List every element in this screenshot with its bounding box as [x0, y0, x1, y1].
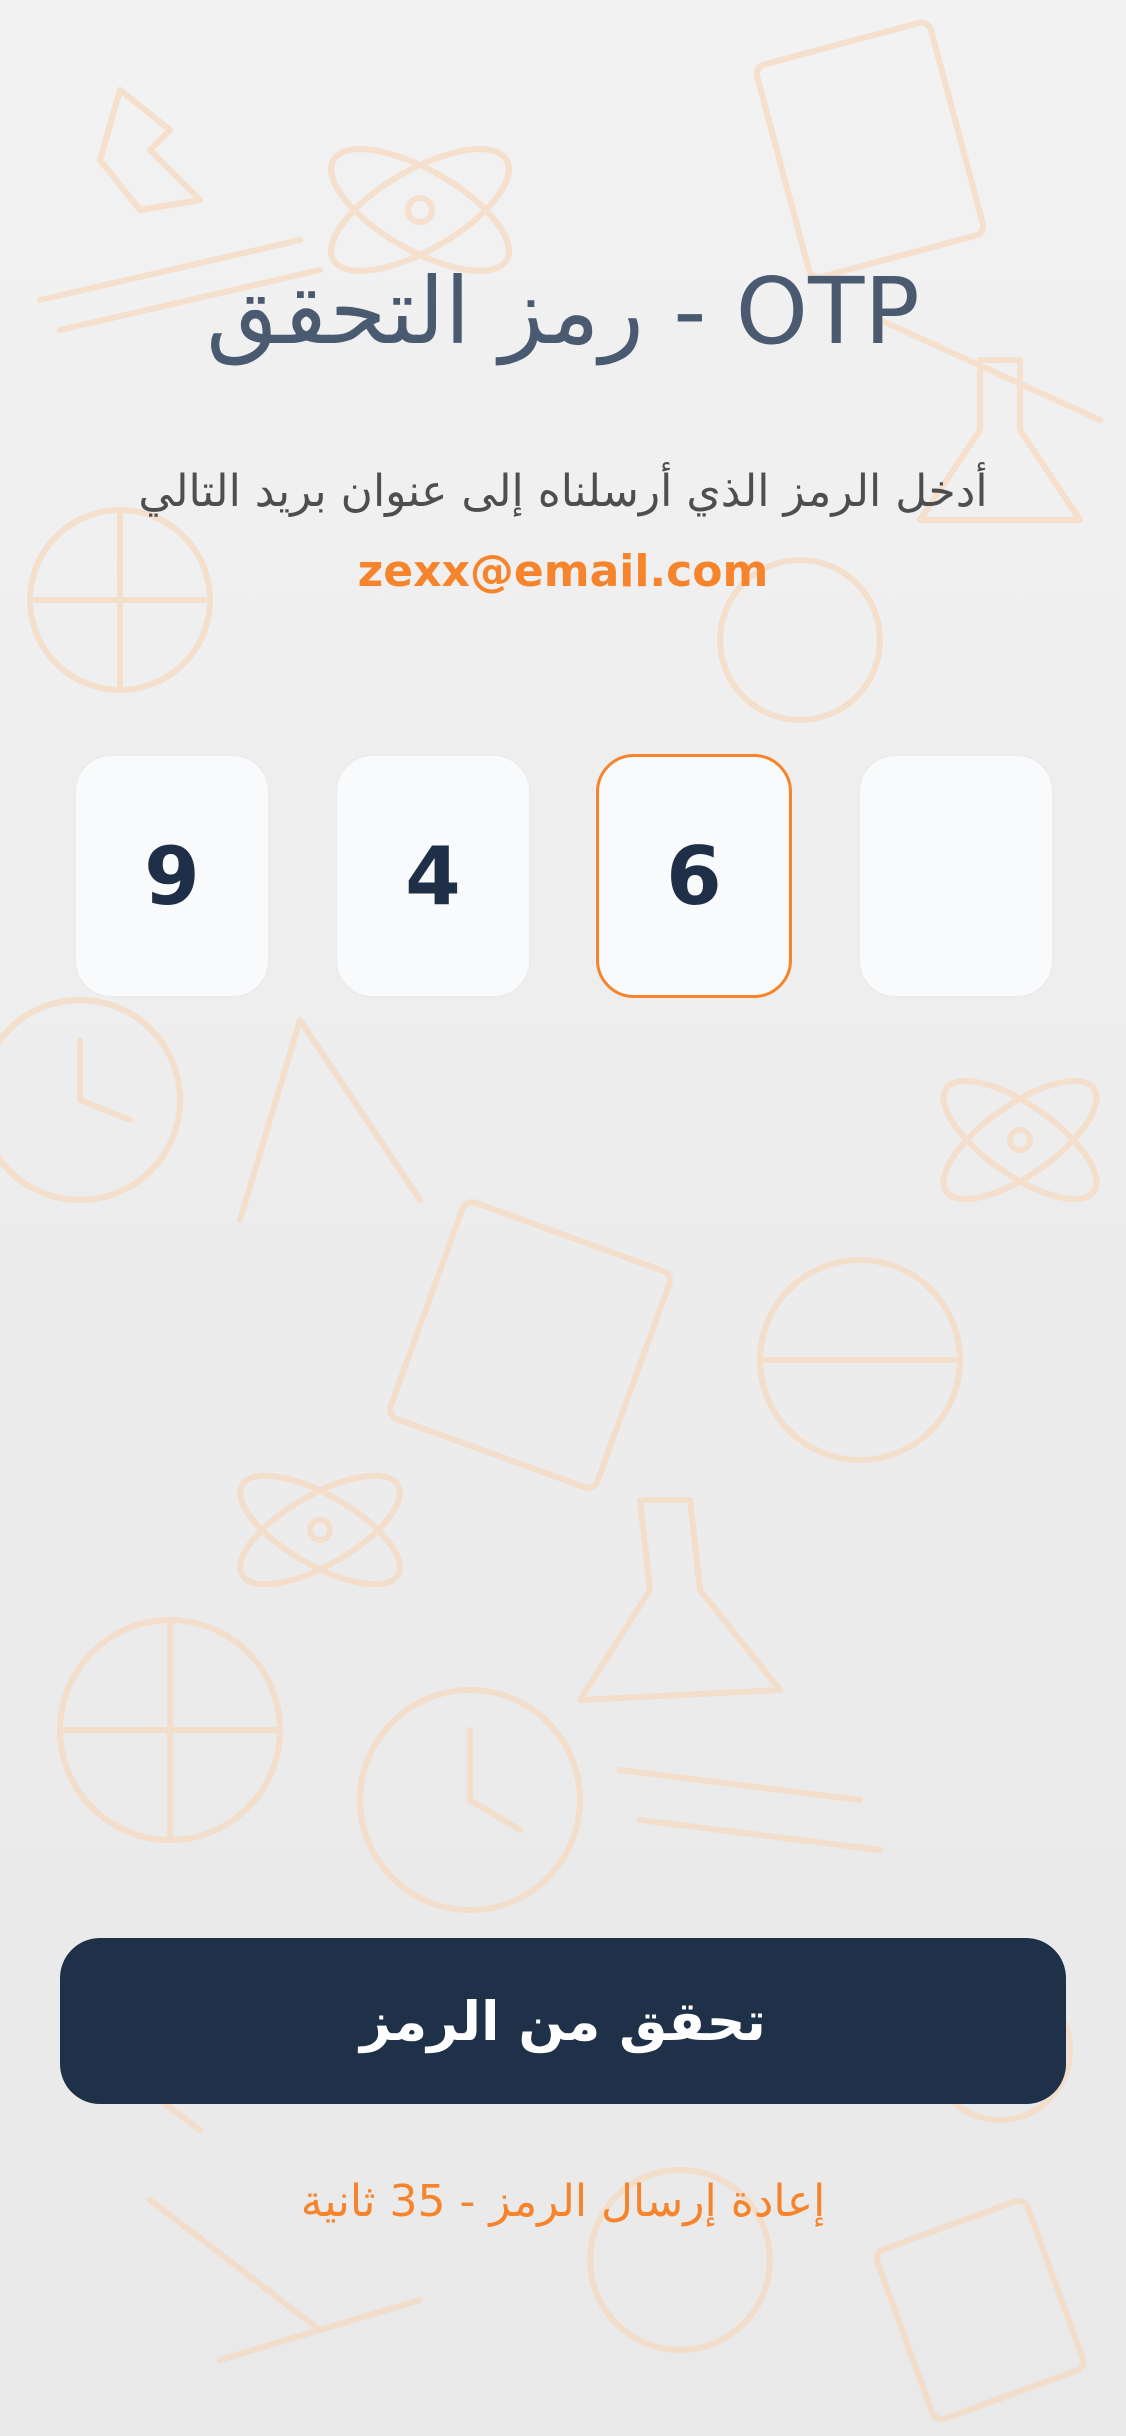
otp-digit-2[interactable]: 4	[335, 754, 531, 998]
email-address: zexx@email.com	[357, 546, 769, 597]
verify-code-button[interactable]: تحقق من الرمز	[60, 1938, 1066, 2104]
otp-digit-1[interactable]: 9	[74, 754, 270, 998]
resend-code-link[interactable]: إعادة إرسال الرمز - 35 ثانية	[0, 2170, 1126, 2234]
instruction-text: أدخل الرمز الذي أرسلناه إلى عنوان بريد ا…	[138, 466, 988, 517]
verify-code-button-label: تحقق من الرمز	[360, 1989, 766, 2053]
otp-digit-4[interactable]	[858, 754, 1054, 998]
page-title: رمز التحقق - OTP	[206, 258, 920, 365]
otp-input-row: 9 4 6	[74, 754, 1054, 998]
otp-digit-3[interactable]: 6	[596, 754, 792, 998]
